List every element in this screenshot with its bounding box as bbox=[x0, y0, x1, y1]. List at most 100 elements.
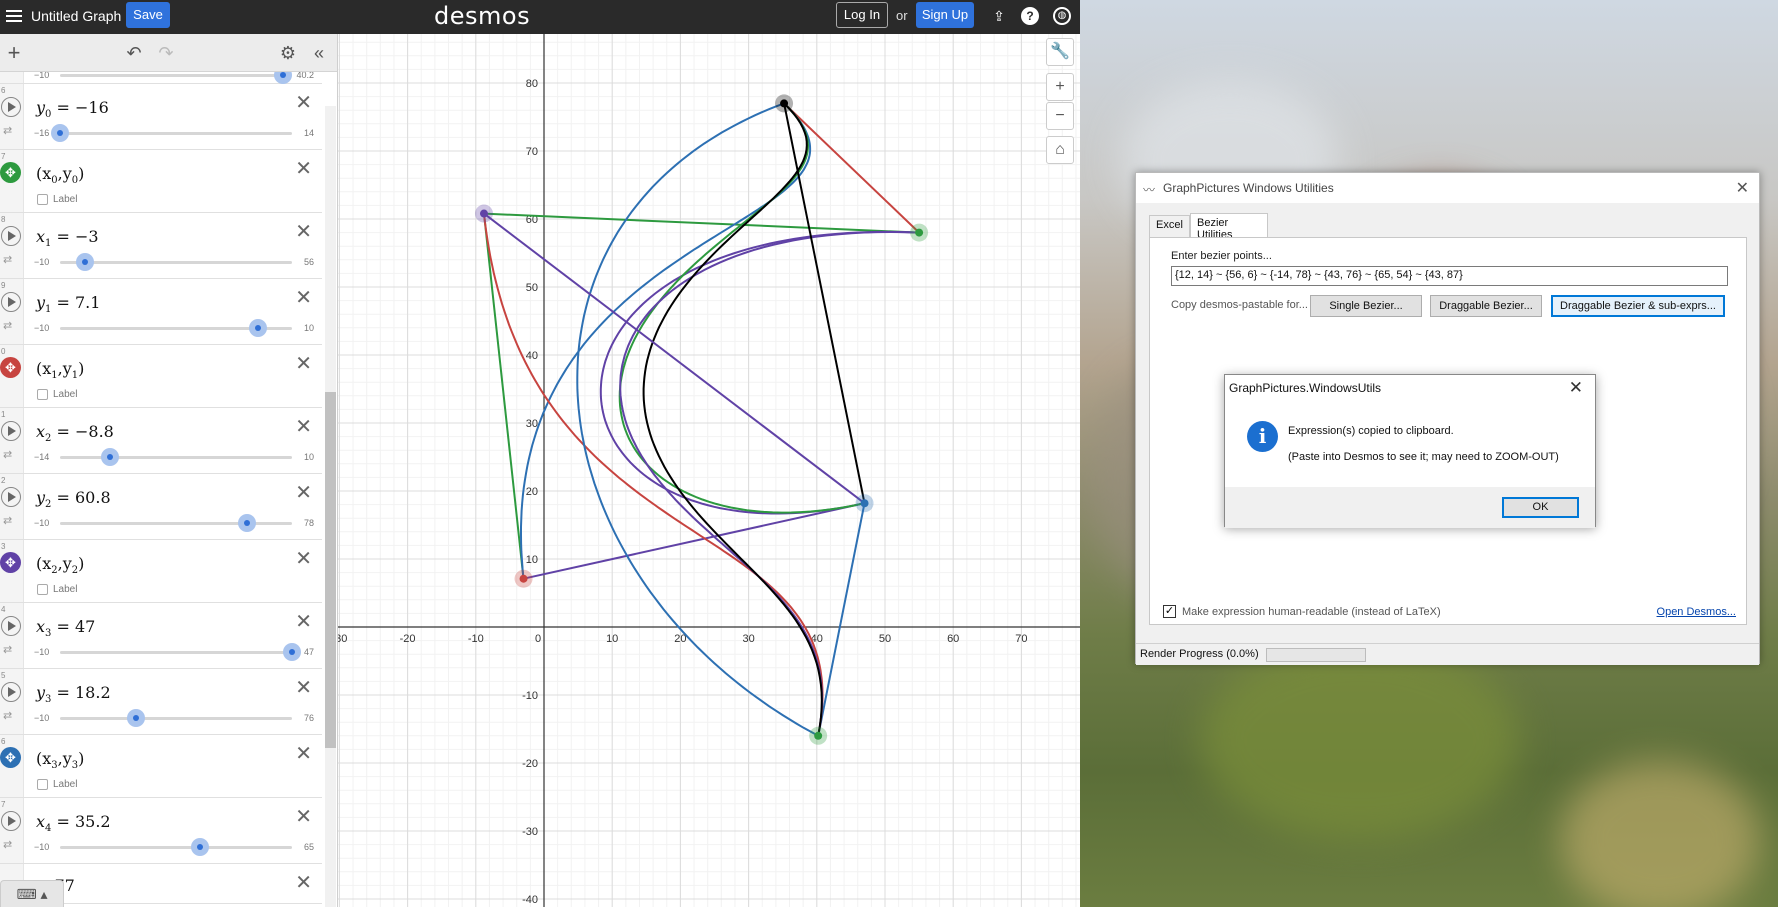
delete-expression-icon[interactable]: ✕ bbox=[295, 90, 312, 115]
tab-bezier-utilities[interactable]: Bezier Utilities bbox=[1190, 213, 1268, 241]
play-slider-icon[interactable] bbox=[1, 226, 21, 246]
drag-point-icon[interactable]: ✥ bbox=[0, 552, 21, 573]
play-slider-icon[interactable] bbox=[1, 487, 21, 507]
globe-icon[interactable]: ◍ bbox=[1053, 7, 1071, 25]
slider-track[interactable] bbox=[60, 846, 292, 849]
loop-icon[interactable]: ⇄ bbox=[3, 838, 12, 851]
slider-expression-row[interactable]: 6 ⇄ y0 = −16 ✕ −16 14 bbox=[0, 84, 322, 150]
point-expression[interactable]: (x1,y1) bbox=[36, 359, 84, 381]
control-point-p4[interactable] bbox=[860, 499, 869, 508]
slider-track[interactable] bbox=[60, 717, 292, 720]
slider-expression-row[interactable]: 7 ⇄ x4 = 35.2 ✕ −10 65 bbox=[0, 798, 322, 864]
slider-expression-row[interactable]: 2 ⇄ y2 = 60.8 ✕ −10 78 bbox=[0, 474, 322, 540]
slider-knob[interactable] bbox=[237, 514, 256, 532]
point-expression-row[interactable]: 3 ✥ (x2,y2) ✕ Label bbox=[0, 540, 322, 603]
slider-expression-row[interactable]: 4 ⇄ x3 = 47 ✕ −10 47 bbox=[0, 603, 322, 669]
home-zoom-icon[interactable]: ⌂ bbox=[1046, 136, 1074, 164]
slider-knob[interactable] bbox=[75, 253, 94, 271]
control-point-p2[interactable] bbox=[915, 228, 924, 237]
help-icon[interactable]: ? bbox=[1021, 7, 1039, 25]
keyboard-toggle-icon[interactable]: ⌨ ▴ bbox=[0, 880, 64, 907]
slider-expression-row[interactable]: 9 ⇄ y1 = 7.1 ✕ −10 10 bbox=[0, 279, 322, 345]
undo-icon[interactable]: ↶ bbox=[124, 43, 144, 63]
save-button[interactable]: Save bbox=[126, 2, 170, 28]
control-point-p1[interactable] bbox=[479, 209, 488, 218]
delete-expression-icon[interactable]: ✕ bbox=[295, 351, 312, 376]
point-expression-row[interactable]: 7 ✥ (x0,y0) ✕ Label bbox=[0, 150, 322, 213]
settings-gear-icon[interactable]: ⚙ bbox=[278, 43, 298, 63]
delete-expression-icon[interactable]: ✕ bbox=[295, 285, 312, 310]
dialog-close-icon[interactable]: ✕ bbox=[1569, 378, 1583, 398]
redo-icon[interactable]: ↷ bbox=[156, 43, 176, 63]
slider-knob[interactable] bbox=[127, 709, 146, 727]
bezier-points-input[interactable]: {12, 14} ~ {56, 6} ~ {-14, 78} ~ {43, 76… bbox=[1171, 266, 1728, 286]
slider-track[interactable] bbox=[60, 261, 292, 264]
delete-expression-icon[interactable]: ✕ bbox=[295, 741, 312, 766]
slider-track[interactable] bbox=[60, 651, 292, 654]
loop-icon[interactable]: ⇄ bbox=[3, 319, 12, 332]
loop-icon[interactable]: ⇄ bbox=[3, 514, 12, 527]
delete-expression-icon[interactable]: ✕ bbox=[295, 804, 312, 829]
point-expression-row[interactable]: 6 ✥ (x3,y3) ✕ Label bbox=[0, 735, 322, 798]
delete-expression-icon[interactable]: ✕ bbox=[295, 219, 312, 244]
slider-expression-row[interactable]: 8 ⇄ x1 = −3 ✕ −10 56 bbox=[0, 213, 322, 279]
add-expression-icon[interactable]: + bbox=[4, 42, 24, 64]
slider-knob[interactable] bbox=[274, 72, 292, 84]
point-expression[interactable]: (x3,y3) bbox=[36, 749, 84, 771]
delete-expression-icon[interactable]: ✕ bbox=[295, 546, 312, 571]
loop-icon[interactable]: ⇄ bbox=[3, 124, 12, 137]
zoom-out-button[interactable]: − bbox=[1046, 102, 1074, 130]
slider-equation[interactable]: x4 = 35.2 bbox=[36, 812, 111, 834]
slider-knob[interactable] bbox=[51, 124, 69, 142]
point-expression[interactable]: (x2,y2) bbox=[36, 554, 84, 576]
human-readable-checkbox[interactable]: ✓ bbox=[1163, 605, 1176, 618]
delete-expression-icon[interactable]: ✕ bbox=[295, 870, 312, 895]
share-icon[interactable]: ⇪ bbox=[990, 7, 1008, 25]
delete-expression-icon[interactable]: ✕ bbox=[295, 675, 312, 700]
slider-equation[interactable]: y3 = 18.2 bbox=[36, 683, 111, 705]
tab-excel[interactable]: Excel bbox=[1149, 215, 1190, 237]
loop-icon[interactable]: ⇄ bbox=[3, 643, 12, 656]
slider-track[interactable] bbox=[60, 522, 292, 525]
graph-canvas[interactable]: -30-20-100102030405060708070605040302010… bbox=[338, 34, 1080, 907]
slider-knob[interactable] bbox=[249, 319, 268, 337]
slider-equation[interactable]: y1 = 7.1 bbox=[36, 293, 100, 315]
loop-icon[interactable]: ⇄ bbox=[3, 448, 12, 461]
control-point-p5[interactable] bbox=[814, 731, 823, 740]
slider-knob[interactable] bbox=[190, 838, 209, 856]
control-point-p3[interactable] bbox=[519, 574, 528, 583]
point-expression[interactable]: (x0,y0) bbox=[36, 164, 84, 186]
drag-point-icon[interactable]: ✥ bbox=[0, 162, 21, 183]
slider-track[interactable] bbox=[60, 456, 292, 459]
login-button[interactable]: Log In bbox=[836, 2, 888, 28]
open-desmos-link[interactable]: Open Desmos... bbox=[1657, 606, 1736, 618]
slider-expression-row[interactable]: 1 ⇄ x2 = −8.8 ✕ −14 10 bbox=[0, 408, 322, 474]
loop-icon[interactable]: ⇄ bbox=[3, 253, 12, 266]
slider-knob[interactable] bbox=[283, 643, 301, 661]
play-slider-icon[interactable] bbox=[1, 811, 21, 831]
signup-button[interactable]: Sign Up bbox=[916, 2, 974, 28]
play-slider-icon[interactable] bbox=[1, 616, 21, 636]
single-bezier-button[interactable]: Single Bezier... bbox=[1310, 295, 1422, 317]
graph-title[interactable]: Untitled Graph bbox=[31, 8, 121, 24]
slider-equation[interactable]: y0 = −16 bbox=[36, 98, 109, 120]
label-checkbox[interactable] bbox=[37, 389, 48, 400]
collapse-panel-icon[interactable]: « bbox=[309, 43, 329, 63]
delete-expression-icon[interactable]: ✕ bbox=[295, 609, 312, 634]
window-close-icon[interactable]: ✕ bbox=[1736, 178, 1749, 198]
slider-track[interactable] bbox=[60, 132, 292, 135]
play-slider-icon[interactable] bbox=[1, 292, 21, 312]
slider-knob[interactable] bbox=[101, 448, 120, 466]
point-expression-row[interactable]: 0 ✥ (x1,y1) ✕ Label bbox=[0, 345, 322, 408]
ok-button[interactable]: OK bbox=[1502, 497, 1579, 518]
slider-equation[interactable]: y2 = 60.8 bbox=[36, 488, 111, 510]
label-checkbox[interactable] bbox=[37, 779, 48, 790]
slider-equation[interactable]: x1 = −3 bbox=[36, 227, 99, 249]
slider-track[interactable] bbox=[60, 74, 292, 77]
control-point-p0[interactable] bbox=[780, 99, 789, 108]
graph-settings-wrench-icon[interactable]: 🔧 bbox=[1046, 38, 1074, 66]
slider-equation[interactable]: x2 = −8.8 bbox=[36, 422, 114, 444]
expression-scrollbar-thumb[interactable] bbox=[325, 392, 336, 748]
delete-expression-icon[interactable]: ✕ bbox=[295, 156, 312, 181]
draggable-bezier-subexprs-button[interactable]: Draggable Bezier & sub-exprs... bbox=[1551, 295, 1725, 317]
